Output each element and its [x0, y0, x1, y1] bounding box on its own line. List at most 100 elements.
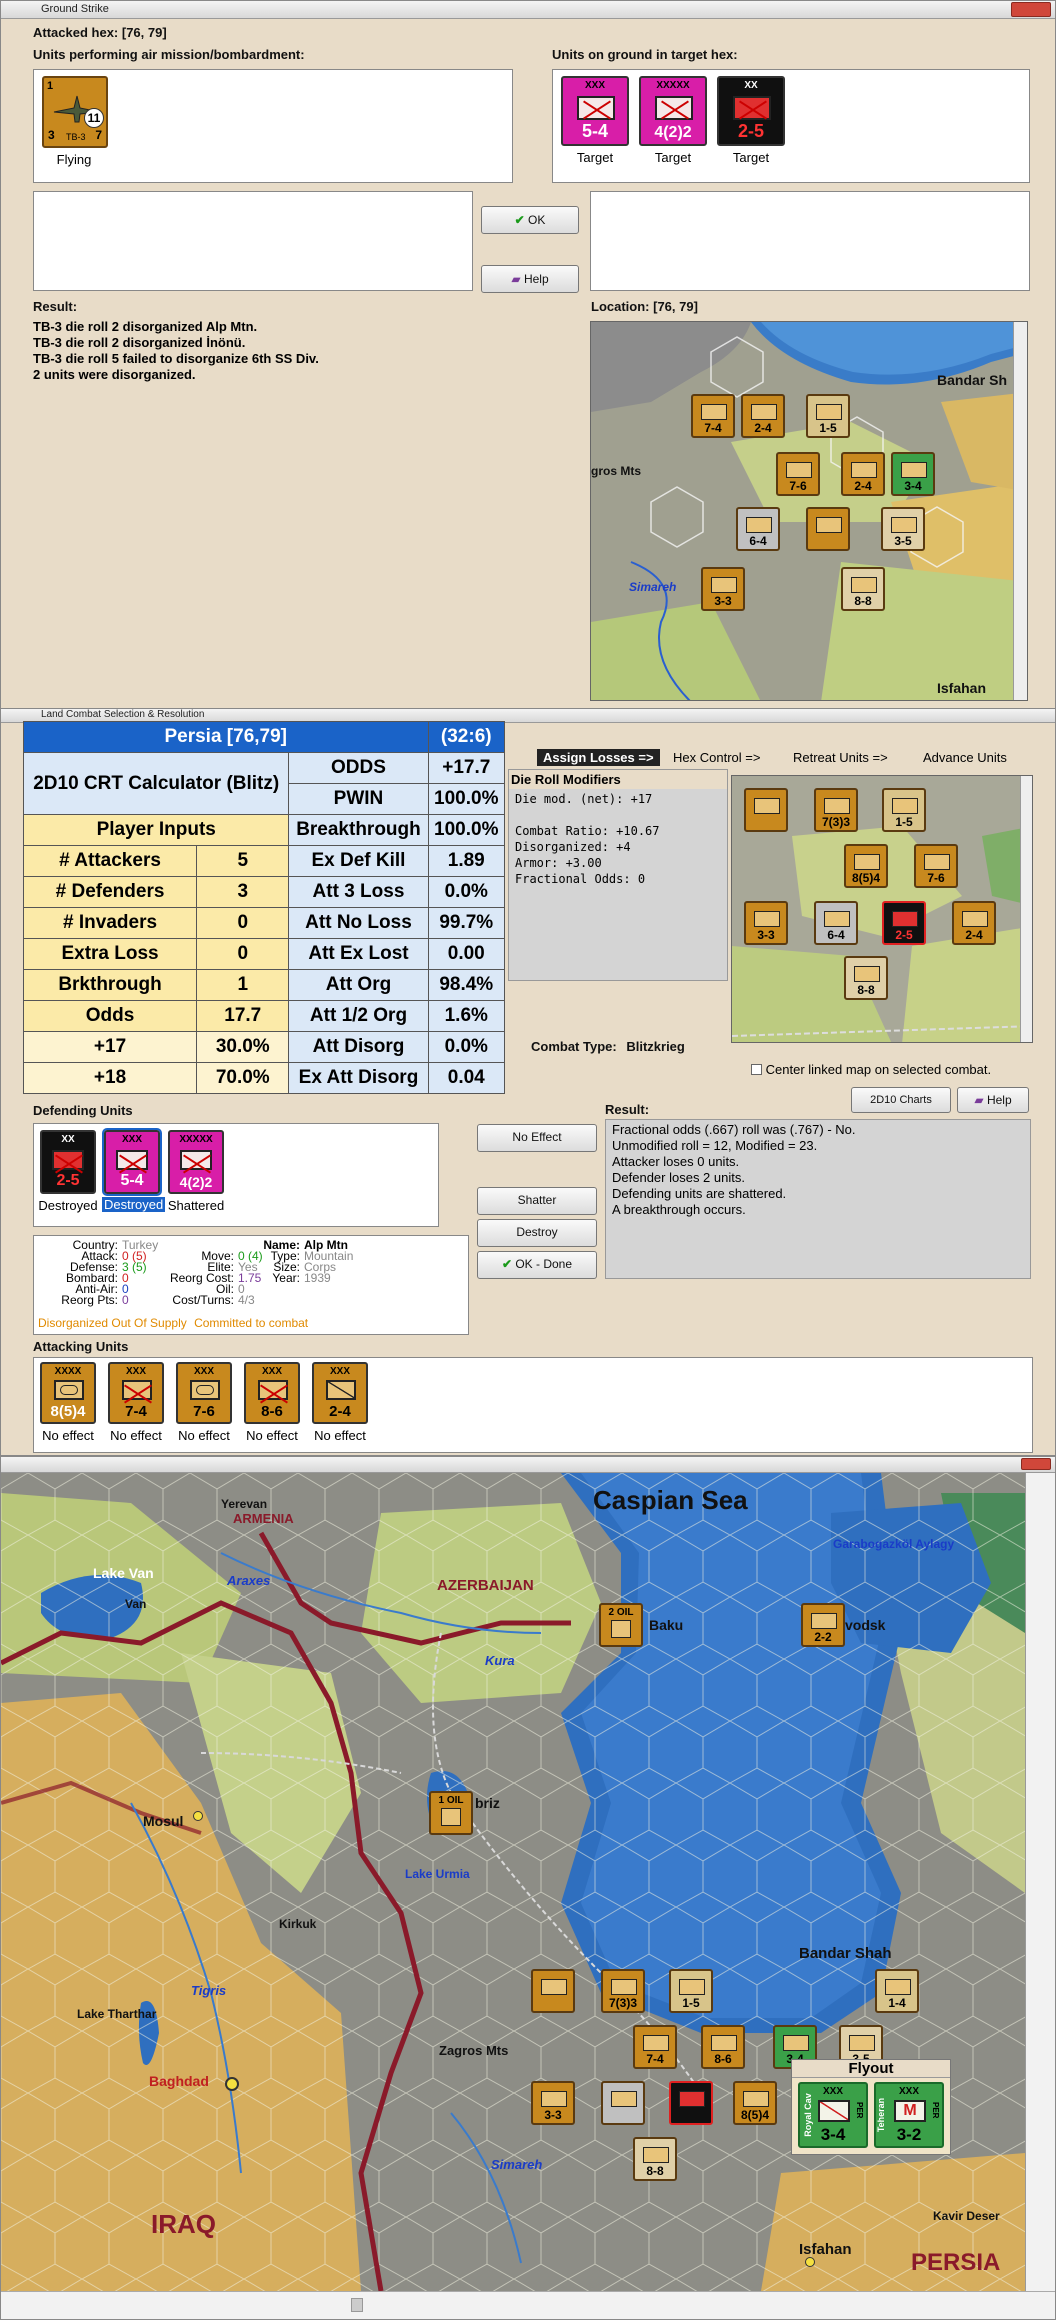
air-unit-tb3[interactable]: 1 3 TB-3 7 11: [42, 76, 108, 148]
unit-info-panel: Country: Attack: Defense: Bombard: Anti-…: [33, 1235, 469, 1335]
attacker-unit[interactable]: XXX 7-4: [108, 1362, 164, 1424]
strategic-map[interactable]: Caspian Sea Yerevan ARMENIA Lake Van Van…: [1, 1473, 1025, 2291]
target-unit-6th-ss[interactable]: XX 2-5: [717, 76, 785, 146]
tab-hex-control[interactable]: Hex Control =>: [673, 750, 760, 765]
combat-counter[interactable]: [744, 788, 788, 832]
location-minimap[interactable]: 7-4 2-4 1-5 7-6 2-4 3-4 6-4 3-5 3-3 8-8 …: [590, 321, 1028, 701]
no-effect-button[interactable]: No Effect: [477, 1124, 597, 1152]
city-marker-isfahan[interactable]: [805, 2257, 815, 2267]
map-counter[interactable]: 3-5: [881, 507, 925, 551]
label-tigris: Tigris: [191, 1983, 227, 1998]
tab-retreat-units[interactable]: Retreat Units =>: [793, 750, 888, 765]
combat-counter[interactable]: 7-6: [914, 844, 958, 888]
crt-row-input[interactable]: 1: [196, 969, 290, 1001]
map-horizontal-scrollbar[interactable]: [1, 2291, 1055, 2319]
map-vertical-scrollbar[interactable]: [1025, 1473, 1055, 2291]
tab-advance-units[interactable]: Advance Units: [923, 750, 1007, 765]
attacker-unit[interactable]: XXX 2-4: [312, 1362, 368, 1424]
ground-strike-titlebar[interactable]: Ground Strike: [1, 1, 1055, 19]
map-counter[interactable]: 1-5: [806, 394, 850, 438]
help-button[interactable]: ▰ Help: [957, 1087, 1029, 1113]
odds-value: +17.7: [427, 752, 506, 784]
map-counter[interactable]: 3-3: [701, 567, 745, 611]
map-counter[interactable]: 3-3: [531, 2081, 575, 2125]
oil-counter-baku[interactable]: 2 OIL: [599, 1603, 643, 1647]
attacker-unit[interactable]: XXXX 8(5)4: [40, 1362, 96, 1424]
map-counter[interactable]: 8(5)4: [733, 2081, 777, 2125]
combat-counter[interactable]: 8-8: [844, 956, 888, 1000]
combat-counter[interactable]: 7(3)3: [814, 788, 858, 832]
map-counter-krasnovodsk[interactable]: 2-2: [801, 1603, 845, 1647]
combat-minimap-scrollbar[interactable]: [1020, 776, 1032, 1042]
result-line: 2 units were disorganized.: [33, 367, 196, 382]
combat-counter-target[interactable]: 2-5: [882, 901, 926, 945]
attacker-unit[interactable]: XXX 7-6: [176, 1362, 232, 1424]
map-counter[interactable]: 7(3)3: [601, 1969, 645, 2013]
map-counter[interactable]: 2-4: [741, 394, 785, 438]
crt-row-input[interactable]: 5: [196, 845, 290, 877]
defender-unit[interactable]: XXXXX 4(2)2: [168, 1130, 224, 1194]
crt-row-input[interactable]: 0: [196, 938, 290, 970]
help-button[interactable]: ▰ Help: [481, 265, 579, 293]
help-label: Help: [986, 1093, 1012, 1107]
flyout-unit[interactable]: Royal Cav XXX PER 3-4: [798, 2082, 868, 2148]
label-araxes: Araxes: [227, 1573, 271, 1588]
ok-button[interactable]: ✔ OK: [481, 206, 579, 234]
ok-done-button[interactable]: ✔ OK - Done: [477, 1251, 597, 1279]
air-unit-caption: Flying: [56, 152, 92, 167]
map-counter[interactable]: 3-4: [891, 452, 935, 496]
crt-row-input[interactable]: 3: [196, 876, 290, 908]
city-marker-mosul[interactable]: [193, 1811, 203, 1821]
result-line: TB-3 die roll 2 disorganized Alp Mtn.: [33, 319, 258, 334]
map-counter[interactable]: [601, 2081, 645, 2125]
map-titlebar[interactable]: [1, 1457, 1055, 1473]
close-button[interactable]: [1021, 1458, 1051, 1470]
map-counter[interactable]: 7-4: [633, 2025, 677, 2069]
combat-minimap[interactable]: 7(3)3 1-5 8(5)4 7-6 3-3 6-4 2-5 2-4 8-8: [731, 775, 1033, 1043]
infantry-symbol-icon: [116, 1150, 148, 1170]
main-map-window: Caspian Sea Yerevan ARMENIA Lake Van Van…: [0, 1456, 1056, 2320]
oil-counter-tabriz[interactable]: 1 OIL: [429, 1791, 473, 1835]
map-counter[interactable]: 6-4: [736, 507, 780, 551]
charts-button[interactable]: 2D10 Charts: [851, 1087, 951, 1113]
shatter-button[interactable]: Shatter: [477, 1187, 597, 1215]
map-counter[interactable]: 8-8: [841, 567, 885, 611]
odds-label: ODDS: [288, 752, 429, 784]
destroy-button[interactable]: Destroy: [477, 1219, 597, 1247]
combat-counter[interactable]: 8(5)4: [844, 844, 888, 888]
defender-unit[interactable]: XX 2-5: [40, 1130, 96, 1194]
map-counter[interactable]: [531, 1969, 575, 2013]
target-unit-inonu[interactable]: XXXXX 4(2)2: [639, 76, 707, 146]
unit-value: 8-6: [261, 1403, 283, 1420]
map-counter[interactable]: 2-4: [841, 452, 885, 496]
map-counter[interactable]: 8-8: [633, 2137, 677, 2181]
tab-assign-losses[interactable]: Assign Losses =>: [537, 749, 660, 766]
map-counter[interactable]: 1-5: [669, 1969, 713, 2013]
map-counter-target[interactable]: [669, 2081, 713, 2125]
combat-counter[interactable]: 1-5: [882, 788, 926, 832]
crt-header-ratio: (32:6): [427, 721, 506, 753]
close-button[interactable]: [1011, 2, 1051, 17]
minimap-scrollbar[interactable]: [1013, 322, 1027, 700]
attacked-hex-label: Attacked hex:: [33, 25, 119, 40]
attacker-unit[interactable]: XXX 8-6: [244, 1362, 300, 1424]
pwin-value: 100.0%: [427, 783, 506, 815]
combat-counter[interactable]: 2-4: [952, 901, 996, 945]
scroll-thumb[interactable]: [351, 2298, 363, 2312]
map-counter[interactable]: 7-4: [691, 394, 735, 438]
map-counter[interactable]: 1-4: [875, 1969, 919, 2013]
infantry-symbol-icon: [180, 1150, 212, 1170]
result-line: Defender loses 2 units.: [612, 1170, 745, 1185]
defender-unit-selected[interactable]: XXX 5-4: [102, 1128, 162, 1196]
center-map-checkbox[interactable]: [751, 1064, 762, 1075]
city-marker-baghdad[interactable]: [225, 2077, 239, 2091]
label-zagros-mts: Zagros Mts: [439, 2043, 509, 2058]
target-unit-alp-mtn[interactable]: XXX 5-4: [561, 76, 629, 146]
combat-counter[interactable]: 3-3: [744, 901, 788, 945]
map-counter[interactable]: 7-6: [776, 452, 820, 496]
map-counter[interactable]: 8-6: [701, 2025, 745, 2069]
combat-counter[interactable]: 6-4: [814, 901, 858, 945]
flyout-unit[interactable]: Teheran XXX M PER 3-2: [874, 2082, 944, 2148]
crt-row-input[interactable]: 0: [196, 907, 290, 939]
map-counter[interactable]: [806, 507, 850, 551]
